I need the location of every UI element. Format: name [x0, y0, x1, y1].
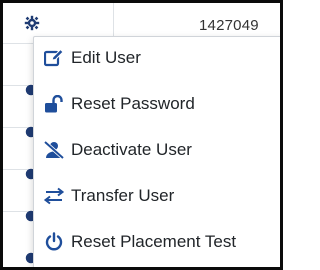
menu-item-transfer-user[interactable]: Transfer User [34, 178, 280, 214]
menu-item-label: Deactivate User [71, 140, 192, 159]
menu-item-edit-user[interactable]: Edit User [34, 40, 280, 76]
screenshot-frame: 1427049 Edit User Reset Password Deactiv… [0, 0, 283, 270]
transfer-arrows-icon [43, 185, 65, 207]
menu-item-label: Edit User [71, 48, 141, 67]
user-id-cell: 1427049 [199, 17, 259, 34]
edit-icon [43, 47, 65, 69]
power-icon [43, 231, 65, 253]
gear-icon[interactable] [24, 15, 40, 31]
menu-item-label: Transfer User [71, 186, 175, 205]
menu-item-deactivate-user[interactable]: Deactivate User [34, 132, 280, 168]
user-slash-icon [43, 139, 65, 161]
user-actions-menu: Edit User Reset Password Deactivate User… [33, 36, 280, 267]
menu-item-reset-password[interactable]: Reset Password [34, 86, 280, 122]
menu-item-reset-placement-test[interactable]: Reset Placement Test [34, 224, 280, 260]
menu-item-label: Reset Password [71, 94, 195, 113]
menu-item-label: Reset Placement Test [71, 232, 237, 251]
lock-open-icon [43, 93, 65, 115]
